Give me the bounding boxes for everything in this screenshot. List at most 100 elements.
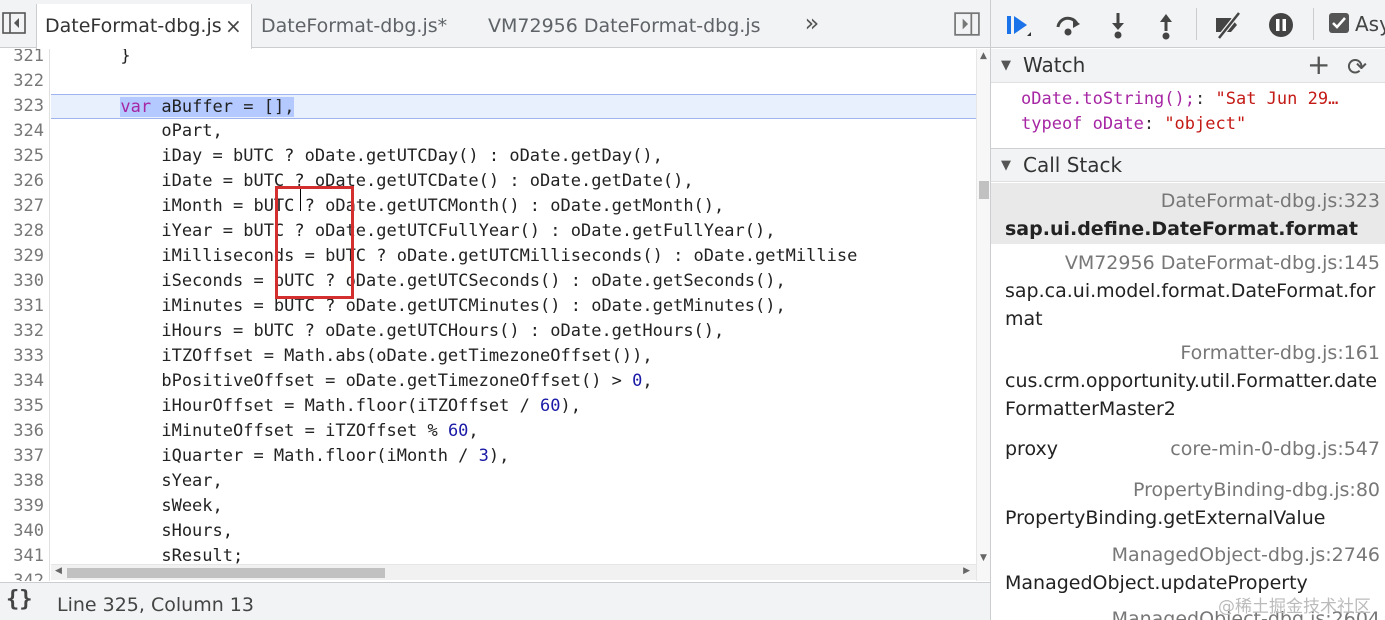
step-out-icon[interactable]: [1151, 10, 1181, 40]
add-watch-icon[interactable]: +: [1307, 50, 1330, 80]
code-line[interactable]: sYear,: [51, 469, 976, 494]
call-frame[interactable]: PropertyBinding-dbg.js:80 PropertyBinding…: [991, 472, 1385, 533]
call-frame-location[interactable]: Formatter-dbg.js:161: [1005, 339, 1380, 367]
tab-dateformat-dbg-modified[interactable]: DateFormat-dbg.js*: [253, 4, 473, 48]
code-line[interactable]: bPositiveOffset = oDate.getTimezoneOffse…: [51, 369, 976, 394]
code-line[interactable]: iSeconds = bUTC ? oDate.getUTCSeconds() …: [51, 269, 976, 294]
call-frame-function: sap.ca.ui.model.format.DateFormat.format: [1005, 280, 1376, 330]
line-number[interactable]: 329: [0, 244, 44, 269]
code-line[interactable]: oPart,: [51, 119, 976, 144]
collapse-triangle-icon[interactable]: ▼: [1001, 158, 1011, 173]
watch-expression[interactable]: typeof oDate: "object": [1021, 112, 1246, 137]
code-line[interactable]: iHours = bUTC ? oDate.getUTCHours() : oD…: [51, 319, 976, 344]
current-execution-line[interactable]: var aBuffer = [],: [51, 94, 976, 119]
tab-label: DateFormat-dbg.js*: [261, 15, 448, 37]
line-number[interactable]: 327: [0, 194, 44, 219]
code-area[interactable]: } var aBuffer = [], oPart, iDay = bUTC ?…: [51, 49, 976, 581]
code-line[interactable]: iMinuteOffset = iTZOffset % 60,: [51, 419, 976, 444]
watch-expression-value: "object": [1164, 114, 1247, 134]
scroll-right-icon[interactable]: ▶: [963, 566, 970, 576]
scroll-up-icon[interactable]: ▲: [980, 51, 987, 61]
line-number[interactable]: 333: [0, 344, 44, 369]
line-number[interactable]: 339: [0, 494, 44, 519]
more-tabs-icon[interactable]: »: [798, 8, 826, 38]
code-line[interactable]: sHours,: [51, 519, 976, 544]
step-over-icon[interactable]: [1053, 10, 1083, 40]
line-number[interactable]: 334: [0, 369, 44, 394]
line-number[interactable]: 338: [0, 469, 44, 494]
code-line[interactable]: iDay = bUTC ? oDate.getUTCDay() : oDate.…: [51, 144, 976, 169]
line-number[interactable]: 337: [0, 444, 44, 469]
line-number[interactable]: 328: [0, 219, 44, 244]
watch-section-header[interactable]: ▼ Watch + ⟳: [991, 49, 1385, 83]
call-frame-location[interactable]: DateFormat-dbg.js:323: [1005, 187, 1380, 215]
horizontal-scrollbar[interactable]: ◀ ▶: [51, 564, 976, 580]
scroll-down-icon[interactable]: ▼: [980, 553, 987, 563]
call-frame[interactable]: proxy core-min-0-dbg.js:547: [991, 435, 1385, 465]
close-tab-icon[interactable]: ×: [225, 4, 242, 48]
call-frame[interactable]: Formatter-dbg.js:161 cus.crm.opportunity.…: [991, 335, 1385, 424]
call-frame[interactable]: VM72956 DateFormat-dbg.js:145 sap.ca.ui.m…: [991, 245, 1385, 334]
tab-dateformat-dbg[interactable]: DateFormat-dbg.js ×: [36, 4, 252, 49]
line-number[interactable]: 342: [0, 569, 44, 581]
call-frame-function: sap.ui.define.DateFormat.format: [1005, 218, 1358, 240]
line-number[interactable]: 324: [0, 119, 44, 144]
code-line[interactable]: iYear = bUTC ? oDate.getUTCFullYear() : …: [51, 219, 976, 244]
line-number[interactable]: 326: [0, 169, 44, 194]
call-stack-section-header[interactable]: ▼ Call Stack: [991, 148, 1385, 182]
line-number[interactable]: 341: [0, 544, 44, 569]
line-number[interactable]: 332: [0, 319, 44, 344]
line-number[interactable]: 322: [0, 69, 44, 94]
call-frame-location[interactable]: core-min-0-dbg.js:547: [1170, 435, 1380, 463]
call-frame-function: PropertyBinding.getExternalValue: [1005, 507, 1326, 529]
call-frame-location[interactable]: PropertyBinding-dbg.js:80: [1005, 476, 1380, 504]
watch-list: oDate.toString();: "Sat Jun 29… typeof oD…: [991, 84, 1385, 148]
async-checkbox[interactable]: [1329, 13, 1349, 33]
call-frame-location[interactable]: ManagedObject-dbg.js:2746: [1005, 541, 1380, 569]
deactivate-breakpoints-icon[interactable]: [1213, 10, 1243, 40]
code-line[interactable]: iDate = bUTC ? oDate.getUTCDate() : oDat…: [51, 169, 976, 194]
code-line[interactable]: iMonth = bUTC ? oDate.getUTCMonth() : oD…: [51, 194, 976, 219]
line-number[interactable]: 335: [0, 394, 44, 419]
code-line[interactable]: iMinutes = bUTC ? oDate.getUTCMinutes() …: [51, 294, 976, 319]
vertical-scrollbar[interactable]: ▲ ▼: [976, 49, 990, 581]
call-frame-location[interactable]: VM72956 DateFormat-dbg.js:145: [1005, 249, 1380, 277]
code-line[interactable]: iMilliseconds = bUTC ? oDate.getUTCMilli…: [51, 244, 976, 269]
code-line[interactable]: }: [51, 49, 976, 69]
call-frame-selected[interactable]: DateFormat-dbg.js:323 sap.ui.define.DateF…: [991, 183, 1385, 244]
call-frame-function: proxy: [1005, 438, 1058, 460]
text-caret: [300, 189, 301, 211]
refresh-watch-icon[interactable]: ⟳: [1347, 53, 1367, 81]
navigator-toggle-icon[interactable]: [2, 11, 26, 35]
resume-icon[interactable]: [1003, 10, 1033, 40]
code-line[interactable]: iTZOffset = Math.abs(oDate.getTimezoneOf…: [51, 344, 976, 369]
step-into-icon[interactable]: [1103, 10, 1133, 40]
tab-vm-dateformat-dbg[interactable]: VM72956 DateFormat-dbg.js: [480, 4, 780, 48]
watch-expression[interactable]: oDate.toString();: "Sat Jun 29…: [1021, 87, 1338, 112]
line-number[interactable]: 336: [0, 419, 44, 444]
code-line[interactable]: iHourOffset = Math.floor(iTZOffset / 60)…: [51, 394, 976, 419]
debugger-sidebar-toggle-icon[interactable]: [954, 11, 980, 37]
code-line[interactable]: [51, 69, 976, 94]
line-number[interactable]: 321: [0, 49, 44, 69]
scroll-left-icon[interactable]: ◀: [55, 566, 62, 576]
tab-label: VM72956 DateFormat-dbg.js: [488, 15, 761, 37]
collapse-triangle-icon[interactable]: ▼: [1001, 58, 1011, 73]
line-number-gutter[interactable]: 321 322 323 324 325 326 327 328 329 330 331 332 333 3…: [0, 49, 50, 581]
pretty-print-button[interactable]: {}: [6, 587, 33, 612]
check-icon: [1332, 17, 1346, 29]
line-number[interactable]: 325: [0, 144, 44, 169]
scrollbar-thumb[interactable]: [979, 181, 989, 199]
line-number[interactable]: 331: [0, 294, 44, 319]
scrollbar-thumb[interactable]: [67, 568, 385, 578]
code-line[interactable]: sWeek,: [51, 494, 976, 519]
call-frame[interactable]: ManagedObject-dbg.js:2746 ManagedObject.u…: [991, 537, 1385, 598]
line-number[interactable]: 330: [0, 269, 44, 294]
call-stack-list: DateFormat-dbg.js:323 sap.ui.define.DateF…: [991, 183, 1385, 620]
line-number[interactable]: 323: [0, 94, 44, 119]
call-stack-title: Call Stack: [1023, 153, 1123, 177]
code-line[interactable]: iQuarter = Math.floor(iMonth / 3),: [51, 444, 976, 469]
line-number[interactable]: 340: [0, 519, 44, 544]
pause-on-exceptions-icon[interactable]: [1266, 10, 1296, 40]
code-editor[interactable]: 321 322 323 324 325 326 327 328 329 330 331 332 333 3…: [0, 49, 990, 581]
